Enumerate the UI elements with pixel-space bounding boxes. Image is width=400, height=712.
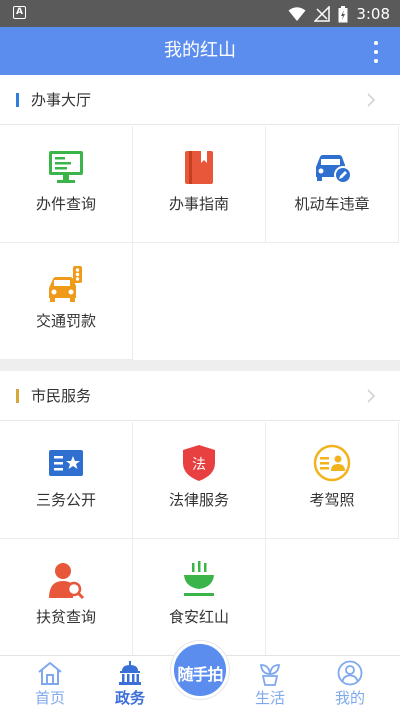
clock: 3:08 xyxy=(356,5,390,23)
wifi-icon xyxy=(288,7,306,21)
app-bar: 我的红山 xyxy=(0,27,400,75)
tab-label: 生活 xyxy=(254,689,285,707)
grid-item-label: 法律服务 xyxy=(168,491,229,509)
grid-item-label: 扶贫查询 xyxy=(35,608,96,626)
grid-item-label: 三务公开 xyxy=(35,491,96,509)
section-divider xyxy=(0,360,400,371)
tab-mine[interactable]: 我的 xyxy=(310,656,390,712)
tab-home[interactable]: 首页 xyxy=(10,656,90,712)
status-icons: 3:08 xyxy=(288,4,390,24)
monitor-icon xyxy=(49,151,83,183)
food-bowl-icon xyxy=(184,561,214,596)
grid-item-label: 考驾照 xyxy=(309,491,355,509)
snap-report-label: 随手拍 xyxy=(177,665,223,684)
grid-item-label: 机动车违章 xyxy=(294,195,370,213)
page-title: 我的红山 xyxy=(164,40,236,61)
grid-item-vehicle-violation[interactable]: 机动车违章 xyxy=(266,126,399,243)
tab-government[interactable]: 政务 xyxy=(90,656,170,712)
grid-item-service-guide[interactable]: 办事指南 xyxy=(133,126,266,243)
license-person-icon xyxy=(313,444,351,482)
svg-text:法: 法 xyxy=(192,457,206,473)
grid-item-driving-test[interactable]: 考驾照 xyxy=(266,422,399,539)
book-icon xyxy=(185,151,213,184)
grid-item-legal-services[interactable]: 法 法律服务 xyxy=(133,422,266,539)
chevron-right-icon xyxy=(367,389,376,403)
signal-off-icon xyxy=(314,6,331,22)
person-search-icon xyxy=(49,563,85,600)
section-header-office-hall[interactable]: 办事大厅 xyxy=(0,75,400,125)
grid-item-label: 办件查询 xyxy=(35,195,96,213)
plant-icon xyxy=(259,664,281,686)
notification-badge: A xyxy=(13,6,26,19)
section-title: 办事大厅 xyxy=(31,91,92,109)
car-edit-icon xyxy=(316,155,352,184)
tab-label: 我的 xyxy=(334,689,365,707)
section-accent-bar xyxy=(16,389,19,403)
home-icon xyxy=(38,661,62,685)
grid-item-label: 办事指南 xyxy=(168,195,229,213)
government-building-icon xyxy=(119,661,141,685)
tab-label: 首页 xyxy=(34,689,65,707)
grid-item-poverty-query[interactable]: 扶贫查询 xyxy=(0,539,133,656)
status-bar: A 3:08 xyxy=(0,0,400,27)
grid-item-traffic-fine[interactable]: 交通罚款 xyxy=(0,243,133,360)
car-traffic-light-icon xyxy=(49,266,82,302)
tab-label: 政务 xyxy=(114,689,145,707)
section-accent-bar xyxy=(16,93,19,107)
law-shield-icon: 法 xyxy=(183,445,215,481)
more-vert-icon[interactable] xyxy=(366,41,386,63)
grid-item-public-affairs[interactable]: 三务公开 xyxy=(0,422,133,539)
battery-charging-icon xyxy=(338,5,348,22)
chevron-right-icon xyxy=(367,93,376,107)
grid-item-label: 食安红山 xyxy=(168,608,229,626)
id-card-star-icon xyxy=(49,450,83,476)
grid-item-label: 交通罚款 xyxy=(35,312,96,330)
snap-report-button[interactable]: 随手拍 xyxy=(171,641,229,699)
grid-item-case-query[interactable]: 办件查询 xyxy=(0,126,133,243)
tab-life[interactable]: 生活 xyxy=(230,656,310,712)
section-header-citizen-services[interactable]: 市民服务 xyxy=(0,371,400,421)
grid-item-food-safety[interactable]: 食安红山 xyxy=(133,539,266,656)
section-title: 市民服务 xyxy=(31,387,92,405)
user-icon xyxy=(337,660,363,686)
